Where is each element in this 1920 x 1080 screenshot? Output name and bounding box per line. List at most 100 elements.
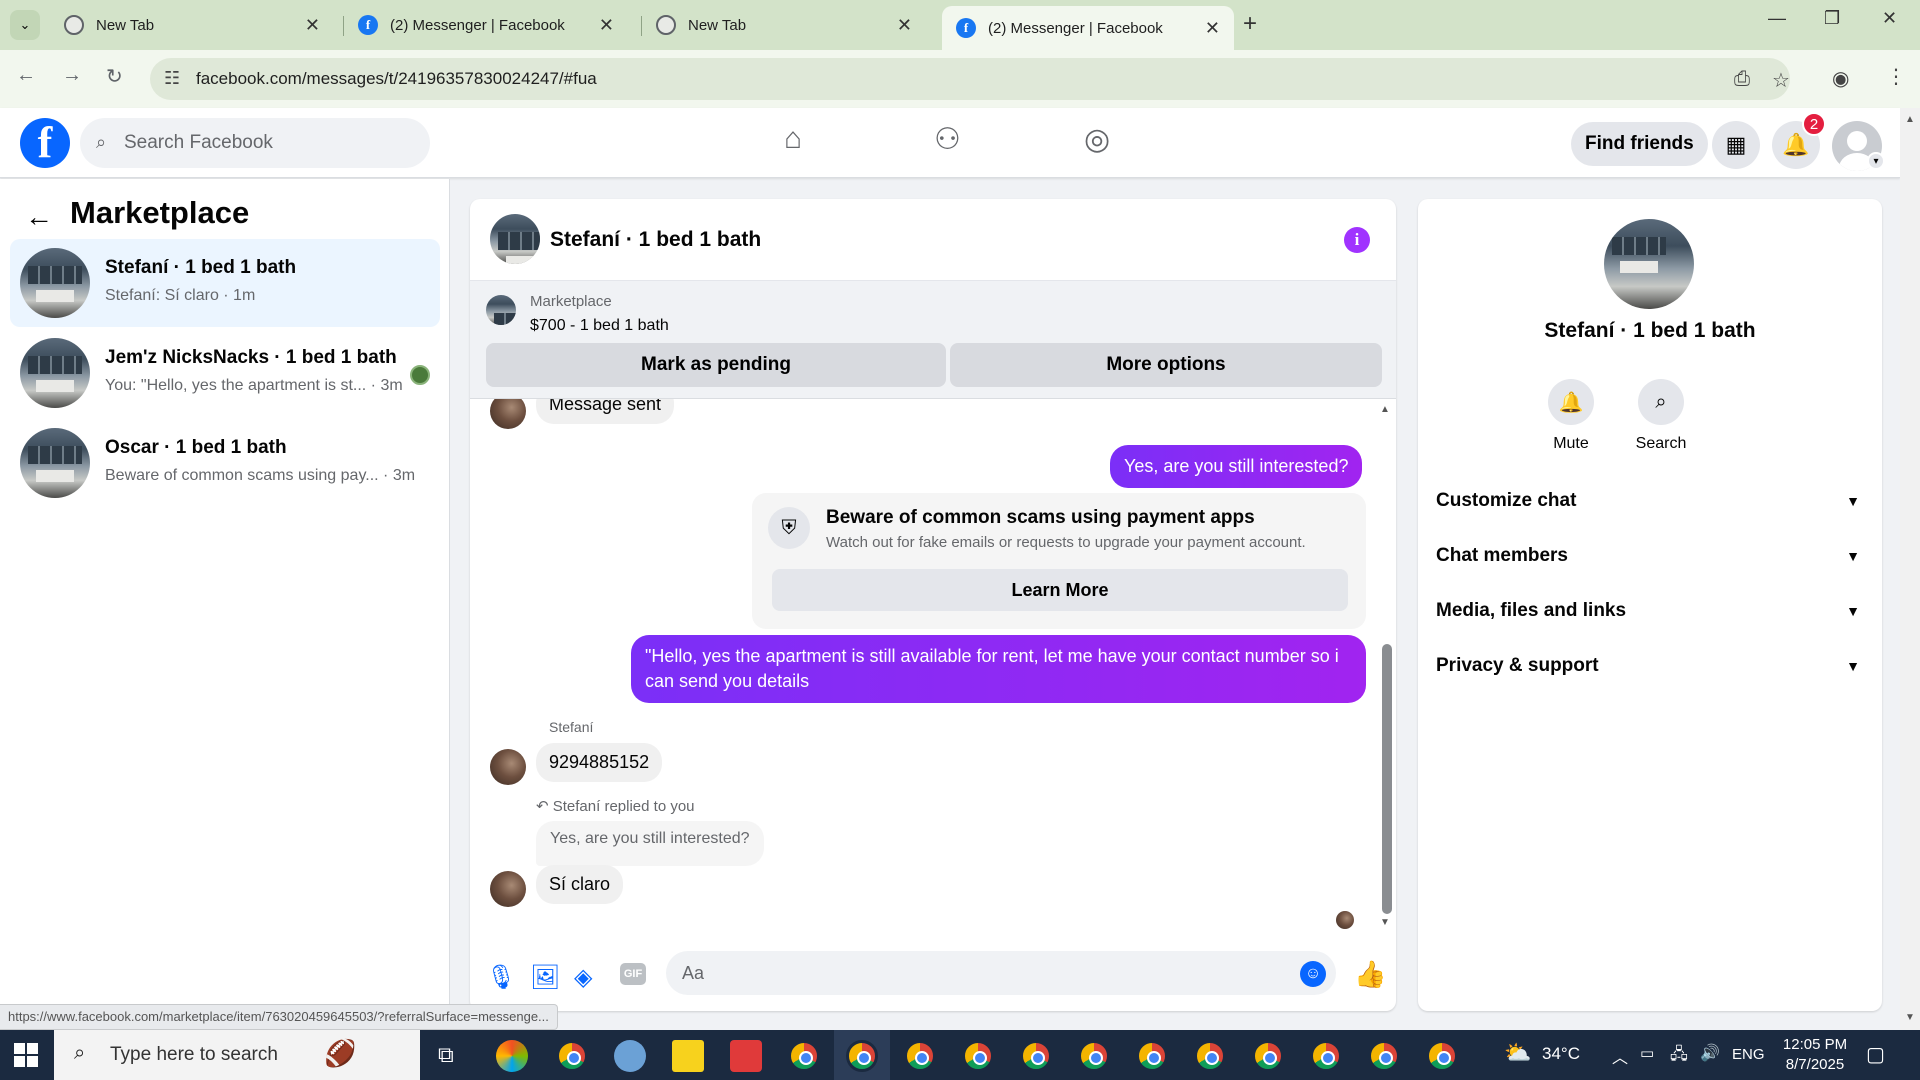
back-arrow-icon[interactable]: ←: [16, 64, 36, 87]
tab-search-chevron-icon[interactable]: ⌄: [10, 10, 40, 40]
section-media-files-links[interactable]: Media, files and links ▼: [1436, 587, 1864, 635]
bookmark-star-icon[interactable]: ☆: [1772, 68, 1790, 93]
facebook-icon: f: [358, 15, 378, 35]
conversation-item[interactable]: Oscar · 1 bed 1 bath Beware of common sc…: [10, 419, 440, 507]
chrome-icon: [64, 15, 84, 35]
tray-chevron-icon[interactable]: ︿: [1612, 1044, 1628, 1068]
close-window-icon[interactable]: ✕: [1882, 8, 1897, 29]
chrome-taskbar-icon[interactable]: [1136, 1040, 1168, 1072]
section-privacy-support[interactable]: Privacy & support ▼: [1436, 642, 1864, 690]
reload-icon[interactable]: ↻: [106, 64, 123, 89]
sticky-notes-icon[interactable]: [672, 1040, 704, 1072]
scroll-up-arrow-icon[interactable]: ▲: [1380, 404, 1390, 415]
scroll-up-arrow-icon[interactable]: ▲: [1905, 114, 1915, 125]
app-taskbar-icon[interactable]: [614, 1040, 646, 1072]
facebook-header: f ⌕ ⌂ ⚇ ◎ Find friends ▦ 🔔: [0, 108, 1900, 178]
app-taskbar-icon[interactable]: [730, 1040, 762, 1072]
windows-start-icon[interactable]: [14, 1043, 38, 1067]
scroll-down-arrow-icon[interactable]: ▼: [1380, 917, 1390, 928]
minimize-icon[interactable]: —: [1768, 8, 1786, 29]
chrome-taskbar-icon[interactable]: [1078, 1040, 1110, 1072]
url-text[interactable]: facebook.com/messages/t/2419635783002424…: [196, 69, 597, 89]
address-bar[interactable]: ☷ facebook.com/messages/t/24196357830024…: [150, 58, 1790, 100]
photo-icon[interactable]: 🖼: [530, 963, 560, 992]
browser-menu-icon[interactable]: ⋮: [1886, 64, 1906, 89]
message-input-box[interactable]: [666, 951, 1336, 995]
listing-thumbnail[interactable]: [486, 295, 516, 325]
forward-arrow-icon[interactable]: →: [62, 64, 82, 87]
close-tab-icon[interactable]: ✕: [897, 15, 912, 36]
browser-tab-2[interactable]: f (2) Messenger | Facebook ✕: [344, 6, 628, 44]
temperature[interactable]: 34°C: [1542, 1044, 1580, 1064]
scroll-down-arrow-icon[interactable]: ▼: [1905, 1012, 1915, 1023]
close-tab-icon[interactable]: ✕: [305, 15, 320, 36]
close-tab-icon[interactable]: ✕: [1205, 18, 1220, 39]
chat-thumbnail[interactable]: [490, 214, 540, 264]
friends-icon[interactable]: ⚇: [934, 122, 961, 157]
page-scrollbar[interactable]: ▲ ▼: [1900, 108, 1920, 1030]
taskbar-search[interactable]: ⌕ Type here to search 🏈: [54, 1030, 420, 1080]
clock-time[interactable]: 12:05 PM: [1780, 1036, 1850, 1053]
section-customize-chat[interactable]: Customize chat ▼: [1436, 477, 1864, 525]
chrome-taskbar-icon[interactable]: [1252, 1040, 1284, 1072]
chrome-taskbar-icon[interactable]: [904, 1040, 936, 1072]
search-action[interactable]: ⌕ Search: [1616, 379, 1706, 453]
facebook-logo-icon[interactable]: f: [20, 118, 70, 168]
browser-tab-4-active[interactable]: f (2) Messenger | Facebook ✕: [942, 6, 1234, 50]
find-friends-button[interactable]: Find friends: [1571, 122, 1708, 166]
facebook-search-input[interactable]: [124, 118, 414, 168]
close-tab-icon[interactable]: ✕: [599, 15, 614, 36]
clock-date[interactable]: 8/7/2025: [1780, 1056, 1850, 1073]
weather-icon[interactable]: ⛅: [1504, 1040, 1531, 1066]
chrome-taskbar-icon[interactable]: [1426, 1040, 1458, 1072]
chrome-taskbar-icon[interactable]: [788, 1040, 820, 1072]
browser-tab-1[interactable]: New Tab ✕: [50, 6, 334, 44]
chrome-taskbar-icon[interactable]: [962, 1040, 994, 1072]
groups-icon[interactable]: ◎: [1084, 122, 1110, 157]
chrome-taskbar-icon[interactable]: [556, 1040, 588, 1072]
conversation-item[interactable]: Stefaní · 1 bed 1 bath Stefaní: Sí claro…: [10, 239, 440, 327]
mark-as-pending-button[interactable]: Mark as pending: [486, 343, 946, 387]
restore-icon[interactable]: ❐: [1824, 8, 1840, 29]
sticker-icon[interactable]: ◈: [574, 963, 592, 992]
back-arrow-icon[interactable]: ←: [25, 201, 53, 233]
network-icon[interactable]: 🖧: [1670, 1043, 1688, 1070]
chrome-taskbar-icon[interactable]: [1368, 1040, 1400, 1072]
microphone-icon[interactable]: 🎙: [486, 963, 516, 992]
chat-profile-thumbnail[interactable]: [1604, 219, 1694, 309]
message-input[interactable]: [682, 951, 1282, 995]
task-view-icon[interactable]: ⧉: [438, 1042, 454, 1068]
browser-profile-icon[interactable]: ◉: [1832, 66, 1849, 91]
notification-center-icon[interactable]: ▢: [1866, 1042, 1885, 1067]
chrome-taskbar-icon[interactable]: [1020, 1040, 1052, 1072]
thread-scrollbar[interactable]: [1382, 644, 1392, 914]
emoji-icon[interactable]: ☺: [1300, 961, 1326, 987]
more-options-button[interactable]: More options: [950, 343, 1382, 387]
volume-icon[interactable]: 🔊: [1700, 1043, 1720, 1063]
install-app-icon[interactable]: ⎙: [1734, 68, 1750, 91]
bell-icon[interactable]: 🔔: [1548, 379, 1594, 425]
copilot-icon[interactable]: [496, 1040, 528, 1072]
browser-tab-3[interactable]: New Tab ✕: [642, 6, 926, 44]
thumbs-up-icon[interactable]: 👍: [1354, 959, 1386, 990]
mute-action[interactable]: 🔔 Mute: [1526, 379, 1616, 453]
facebook-search[interactable]: ⌕: [80, 118, 430, 168]
learn-more-button[interactable]: Learn More: [772, 569, 1348, 611]
chrome-taskbar-icon[interactable]: [1310, 1040, 1342, 1072]
menu-grid-icon[interactable]: ▦: [1712, 121, 1760, 169]
site-settings-icon[interactable]: ☷: [164, 68, 180, 89]
language-indicator[interactable]: ENG: [1732, 1046, 1765, 1063]
section-chat-members[interactable]: Chat members ▼: [1436, 532, 1864, 580]
chat-title[interactable]: Stefaní · 1 bed 1 bath: [550, 228, 761, 252]
quoted-message[interactable]: Yes, are you still interested?: [536, 821, 764, 866]
account-chevron-icon[interactable]: ▾: [1867, 152, 1885, 170]
new-tab-plus-icon[interactable]: +: [1243, 10, 1257, 38]
search-icon[interactable]: ⌕: [1638, 379, 1684, 425]
home-icon[interactable]: ⌂: [784, 122, 802, 156]
chrome-taskbar-icon[interactable]: [846, 1040, 878, 1072]
chrome-taskbar-icon[interactable]: [1194, 1040, 1226, 1072]
info-icon[interactable]: i: [1344, 227, 1370, 253]
gif-icon[interactable]: GIF: [620, 963, 646, 985]
tray-meet-icon[interactable]: ▭: [1640, 1044, 1654, 1062]
conversation-item[interactable]: Jem'z NicksNacks · 1 bed 1 bath You: "He…: [10, 329, 440, 417]
